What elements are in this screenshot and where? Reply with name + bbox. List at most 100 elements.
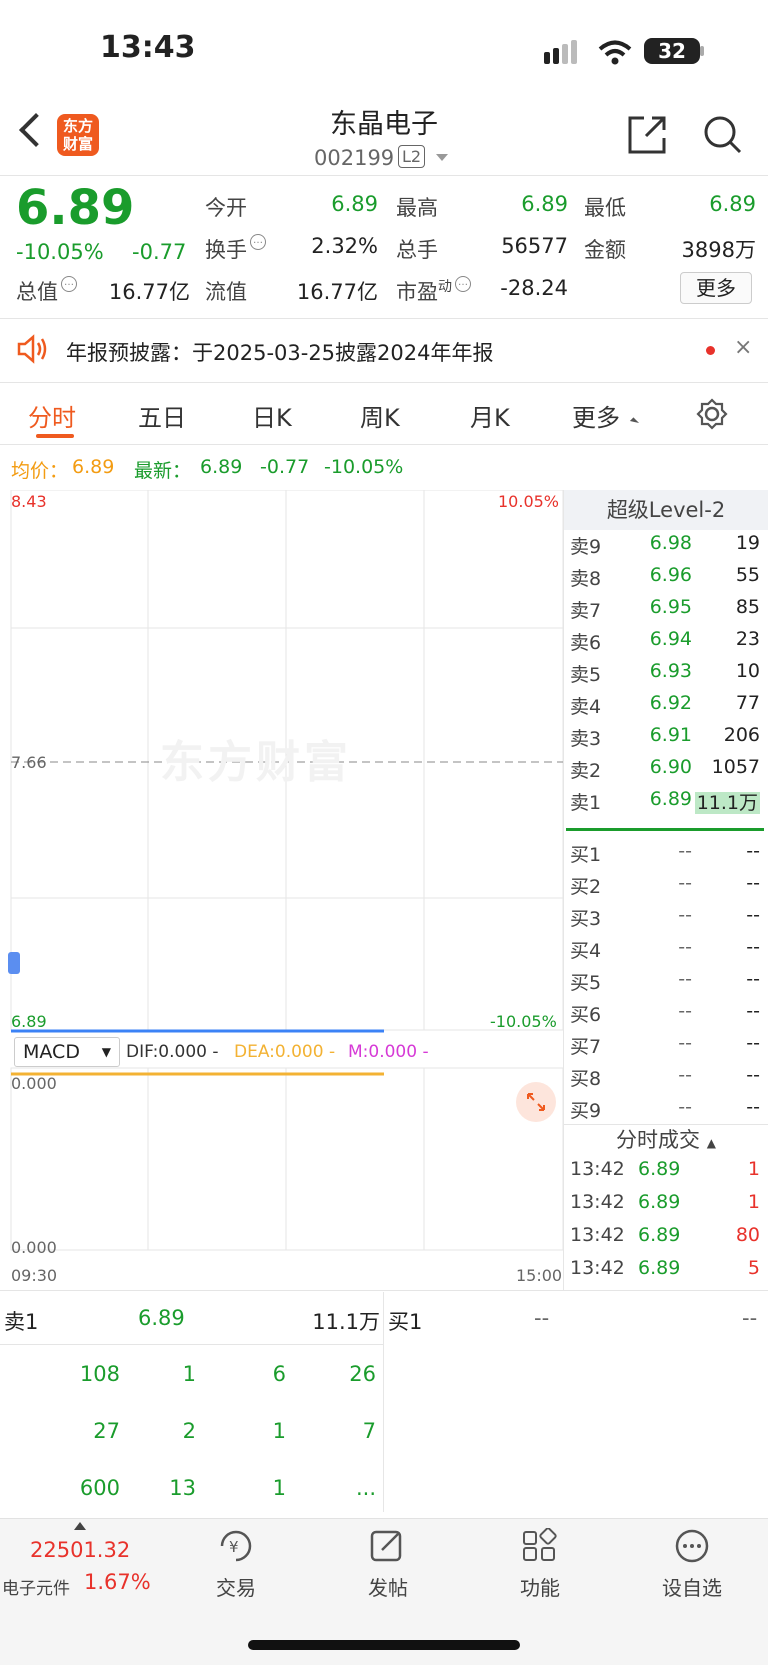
volume: 85 [688,596,760,618]
orderbook-label: 卖3 [570,728,602,750]
tick-time: 13:42 [570,1224,625,1246]
macd-dea: DEA:0.000 - [234,1042,336,1062]
low-value: 6.89 [709,192,756,216]
trade-detail-cell: 6 [272,1362,286,1386]
tick-time: 13:42 [570,1158,625,1180]
home-indicator[interactable] [248,1640,520,1650]
y-axis-top: 8.43 [11,492,47,511]
stock-code[interactable]: 002199 [314,146,394,170]
search-icon[interactable] [702,114,744,156]
volume: 1 [690,1158,760,1180]
ticks-title[interactable]: 分时成交 ▲ [564,1124,768,1154]
price: 6.95 [649,596,692,618]
pe-label-text: 市盈 [396,280,438,304]
divider [0,382,768,383]
macd-axis-top: 0.000 [11,1074,57,1093]
price: 6.89 [638,1158,681,1180]
info-icon[interactable]: … [61,276,77,292]
speaker-icon [17,334,47,364]
index-value[interactable]: 22501.32 [30,1538,130,1562]
orderbook-row: 卖4 6.92 77 [570,692,760,724]
orderbook-label: 买5 [570,972,602,994]
volume-value: 56577 [501,234,568,258]
time-start: 09:30 [11,1266,58,1285]
nav-add-watchlist[interactable]: 设自选 [642,1528,742,1601]
y-axis-bottom: 6.89 [11,1012,47,1031]
watermark: 东方财富 [160,737,352,788]
index-name[interactable]: 电子元件 [2,1574,70,1599]
last-value: 6.89 [200,456,243,478]
divider [0,318,768,319]
index-pct[interactable]: 1.67% [84,1570,151,1594]
orderbook-row: 卖6 6.94 23 [570,628,760,660]
volume: 10 [688,660,760,682]
trade-detail-cell: 1 [182,1362,196,1386]
open-label: 今开 [205,196,247,220]
trade-detail-cell: ... [355,1476,376,1500]
tab-daily-k[interactable]: 日K [252,398,292,433]
orderbook-row: 买5 -- -- [570,968,760,1000]
volume-value: 1 [747,1158,760,1180]
notice-text[interactable]: 年报预披露：于2025-03-25披露2024年年报 [66,337,493,367]
nav-functions[interactable]: 功能 [490,1527,590,1601]
turnover-label-text: 换手 [205,238,247,262]
price: 6.92 [649,692,692,714]
more-button[interactable]: 更多 [680,272,752,304]
nav-post[interactable]: 发帖 [338,1528,438,1601]
info-icon[interactable]: … [250,234,266,250]
tab-monthly-k[interactable]: 月K [470,398,510,433]
divider [563,490,564,1290]
intraday-chart[interactable] [0,490,564,1280]
trade-detail-cell: 1 [272,1476,286,1500]
tab-five-day[interactable]: 五日 [138,398,186,433]
edit-icon [370,1530,402,1562]
amount-value: 3898万 [681,238,756,262]
chevron-up-icon[interactable] [74,1522,86,1530]
indicator-select[interactable]: MACD ▼ [14,1037,120,1067]
nav-trade[interactable]: ¥ 交易 [186,1528,286,1601]
tab-more-caret [629,417,640,427]
volume: -- [688,1032,760,1054]
svg-text:¥: ¥ [229,1538,239,1556]
price: 6.98 [649,532,692,554]
price: 6.90 [649,756,692,778]
pe-value: -28.24 [500,276,568,300]
tab-intraday[interactable]: 分时 [28,398,76,433]
divider [0,175,768,176]
price: 6.96 [649,564,692,586]
settings-icon[interactable] [696,398,728,430]
bp-ask-label: 卖1 [4,1310,39,1334]
tab-weekly-k[interactable]: 周K [360,398,400,433]
nav-functions-label: 功能 [520,1576,560,1600]
volume-value: -- [746,872,760,894]
ticks-title-text: 分时成交 [616,1128,701,1152]
volume-value: -- [746,1032,760,1054]
chevron-down-icon: ▼ [101,1045,111,1059]
volume-value: 206 [723,724,760,746]
price: -- [678,1064,692,1086]
volume-value: 1 [747,1191,760,1213]
price: 6.89 [638,1191,681,1213]
l2-badge: L2 [398,145,426,168]
orderbook-row: 买6 -- -- [570,1000,760,1032]
change-percent: -10.05% [16,240,104,264]
close-icon[interactable]: × [734,335,752,360]
share-icon[interactable] [626,114,668,156]
mktcap-value: 16.77亿 [108,280,190,304]
chevron-down-icon[interactable] [436,154,448,161]
divider [383,1292,384,1512]
float-value: 16.77亿 [296,280,378,304]
volume: 11.1万 [688,788,760,815]
indicator-select-value: MACD [23,1041,80,1063]
orderbook-label: 卖6 [570,632,602,654]
amount-label: 金额 [584,238,626,262]
price: -- [678,872,692,894]
volume-value: -- [746,904,760,926]
divider [0,1290,768,1291]
orderbook-label: 买8 [570,1068,602,1090]
tab-more[interactable]: 更多 [572,398,620,433]
mktcap-label: 总值… [16,276,77,306]
pe-sup: 动 [438,279,452,295]
info-icon[interactable]: … [455,276,471,292]
orderbook-row: 买3 -- -- [570,904,760,936]
